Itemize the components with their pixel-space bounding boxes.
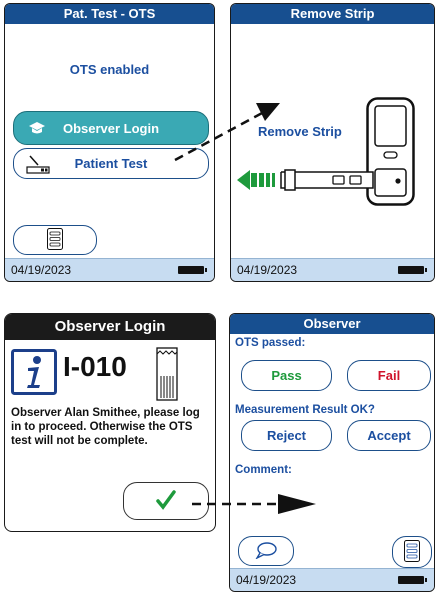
footer-date: 04/19/2023 — [237, 263, 298, 277]
reject-label: Reject — [266, 428, 307, 443]
reject-button[interactable]: Reject — [241, 420, 332, 451]
comment-label: Comment: — [235, 464, 292, 476]
accept-label: Accept — [367, 428, 411, 443]
pass-button[interactable]: Pass — [241, 360, 332, 391]
panel-observer: Observer OTS passed: Pass Fail Measureme… — [229, 313, 435, 592]
battery-icon — [178, 266, 207, 274]
left-arrow-icon — [237, 170, 283, 195]
comment-button[interactable] — [238, 536, 294, 566]
ots-status-text: OTS enabled — [69, 62, 150, 77]
menu-button[interactable] — [392, 536, 432, 568]
footer-date: 04/19/2023 — [11, 263, 72, 277]
speech-bubble-icon — [255, 541, 277, 562]
fail-label: Fail — [377, 368, 401, 383]
patient-test-button[interactable]: Patient Test — [13, 148, 209, 179]
pass-label: Pass — [271, 368, 302, 383]
lancet-strip-icon — [24, 154, 52, 179]
graduation-cap-icon — [28, 120, 46, 139]
error-code: I-010 — [63, 351, 127, 382]
ots-passed-label: OTS passed: — [235, 337, 306, 349]
confirm-button[interactable] — [123, 482, 209, 520]
panel-title: Observer Login — [5, 314, 215, 340]
observer-login-label: Observer Login — [62, 120, 160, 136]
footer-date: 04/19/2023 — [236, 573, 297, 587]
battery-icon — [398, 266, 427, 274]
remove-strip-message: Remove Strip — [258, 124, 342, 139]
battery-icon — [398, 576, 427, 584]
fail-button[interactable]: Fail — [347, 360, 431, 391]
status-footer: 04/19/2023 — [231, 258, 434, 281]
menu-button[interactable] — [13, 225, 97, 255]
observer-login-button[interactable]: Observer Login — [13, 111, 209, 145]
result-ok-label: Measurement Result OK? — [235, 404, 375, 416]
panel-pat-test-ots: Pat. Test - OTS OTS enabled Observer Log… — [4, 3, 215, 282]
menu-list-icon — [404, 539, 420, 565]
test-strip-icon — [279, 168, 375, 197]
panel-title: Remove Strip — [231, 4, 434, 24]
checkmark-icon — [156, 489, 176, 513]
panel-title: Observer — [230, 314, 434, 334]
panel-observer-login: Observer Login I-010 Observer Alan Smith… — [4, 313, 216, 532]
observer-message: Observer Alan Smithee, please log in to … — [11, 407, 200, 447]
panel-title: Pat. Test - OTS — [5, 4, 214, 24]
patient-test-label: Patient Test — [74, 156, 148, 171]
menu-list-icon — [47, 227, 63, 253]
info-icon — [11, 349, 57, 400]
accept-button[interactable]: Accept — [347, 420, 431, 451]
panel-remove-strip: Remove Strip Remove Strip 04/19/2023 — [230, 3, 435, 282]
status-footer: 04/19/2023 — [230, 568, 434, 591]
status-footer: 04/19/2023 — [5, 258, 214, 281]
test-strip-vertical-icon — [152, 346, 182, 407]
